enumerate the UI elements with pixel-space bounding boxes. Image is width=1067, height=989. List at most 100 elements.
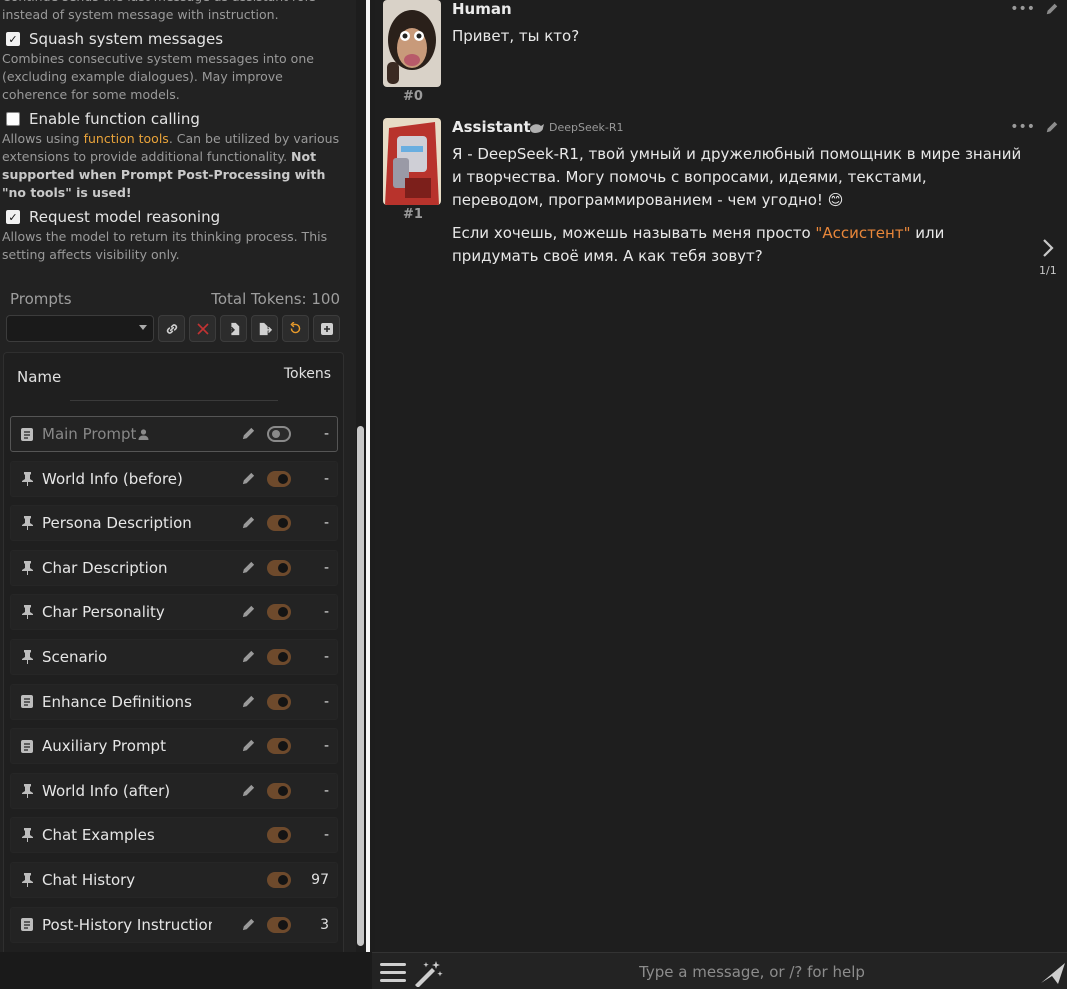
prompts-header: Prompts Total Tokens: 100 — [10, 290, 340, 308]
prompt-tokens: - — [323, 559, 329, 576]
squash-label: Squash system messages — [29, 30, 224, 48]
send-icon[interactable] — [1040, 961, 1066, 985]
pencil-icon[interactable] — [241, 738, 256, 753]
prompt-settings-panel: Continue sends the last message as assis… — [0, 0, 356, 952]
toggle-switch[interactable] — [267, 470, 291, 487]
squash-checkbox[interactable]: ✓ — [6, 32, 20, 46]
prompt-tokens: - — [323, 782, 329, 799]
continue-setting: Continue sends the last message as assis… — [2, 0, 346, 24]
prompt-row[interactable]: Char Personality - — [10, 594, 338, 631]
chevron-down-icon — [139, 325, 147, 330]
add-prompt-button[interactable] — [313, 315, 340, 342]
function-calling-checkbox[interactable] — [6, 112, 20, 126]
pencil-icon[interactable] — [241, 560, 256, 575]
pin-icon — [20, 873, 34, 887]
message-input[interactable] — [472, 958, 1032, 986]
prompt-row[interactable]: Main Prompt - — [10, 416, 338, 452]
pin-icon — [20, 828, 34, 843]
more-icon[interactable]: ••• — [1010, 1, 1035, 17]
pencil-icon[interactable] — [241, 604, 256, 619]
magic-wand-icon[interactable] — [412, 959, 444, 987]
prompt-row[interactable]: Post-History Instruction 3 — [10, 906, 338, 943]
whale-icon — [530, 123, 544, 133]
reasoning-checkbox[interactable]: ✓ — [6, 210, 20, 224]
prompt-label: Chat Examples — [42, 826, 155, 845]
prompt-row[interactable]: Auxiliary Prompt - — [10, 728, 338, 765]
left-scrollbar-thumb[interactable] — [357, 426, 364, 946]
prompt-list: Name Tokens Main Prompt - World Info (befo… — [3, 352, 344, 952]
pencil-icon[interactable] — [1045, 120, 1059, 134]
toggle-switch[interactable] — [267, 916, 291, 933]
prompt-row[interactable]: World Info (after) - — [10, 772, 338, 809]
import-button[interactable] — [220, 315, 247, 342]
toggle-switch[interactable] — [267, 827, 291, 844]
delete-button[interactable] — [189, 315, 216, 342]
close-icon — [196, 322, 209, 335]
pencil-icon[interactable] — [241, 917, 256, 932]
column-tokens: Tokens — [283, 366, 331, 382]
prompt-row[interactable]: Scenario - — [10, 639, 338, 675]
pencil-icon[interactable] — [1045, 2, 1059, 16]
prompt-tokens: - — [323, 649, 329, 665]
message-author[interactable]: Assistant — [452, 118, 531, 136]
squash-checkbox-row[interactable]: ✓ Squash system messages — [6, 29, 346, 49]
swipe-right-button[interactable] — [1041, 238, 1055, 264]
avatar-human[interactable] — [383, 0, 441, 87]
link-icon — [166, 323, 177, 334]
chimp-avatar-image — [383, 0, 441, 87]
continue-description: Continue sends the last message as assis… — [2, 0, 316, 22]
prompt-label: Char Description — [42, 558, 168, 577]
toggle-switch[interactable] — [267, 872, 291, 888]
toggle-switch[interactable] — [267, 559, 291, 576]
quoted-text: "Ассистент" — [815, 224, 911, 242]
prompt-row[interactable]: Enhance Definitions - — [10, 683, 338, 720]
reset-button[interactable] — [282, 315, 309, 342]
pencil-icon[interactable] — [241, 426, 256, 441]
pin-icon — [20, 605, 34, 620]
message-paragraph: Привет, ты кто? — [452, 27, 580, 45]
reasoning-checkbox-row[interactable]: ✓ Request model reasoning — [6, 207, 346, 227]
toggle-switch[interactable] — [267, 604, 291, 621]
prompt-row[interactable]: Chat Examples - — [10, 817, 338, 854]
toggle-switch[interactable] — [267, 515, 291, 532]
document-icon — [20, 695, 34, 709]
prompt-label: Enhance Definitions — [42, 692, 192, 711]
prompts-toolbar — [6, 315, 340, 343]
prompt-row[interactable]: World Info (before) - — [10, 460, 338, 497]
pencil-icon[interactable] — [241, 471, 256, 486]
toggle-switch[interactable] — [267, 693, 291, 710]
toggle-switch[interactable] — [267, 426, 291, 442]
prompt-row[interactable]: Chat History 97 — [10, 862, 338, 898]
more-icon[interactable]: ••• — [1010, 119, 1035, 135]
toggle-switch[interactable] — [267, 782, 291, 799]
avatar-assistant[interactable] — [383, 118, 441, 205]
export-button[interactable] — [251, 315, 278, 342]
link-button[interactable] — [158, 315, 185, 342]
pin-icon — [20, 471, 34, 486]
toggle-switch[interactable] — [267, 649, 291, 665]
prompt-row[interactable]: Persona Description - — [10, 505, 338, 542]
message-author[interactable]: Human — [452, 0, 512, 18]
chat-area: #0 Human ••• Привет, ты кто? #1 Assistan… — [375, 0, 1067, 952]
message-paragraph: Если хочешь, можешь называть меня просто… — [452, 222, 1022, 268]
toggle-switch[interactable] — [267, 738, 291, 755]
reasoning-label: Request model reasoning — [29, 208, 221, 226]
prompt-label: Main Prompt — [42, 425, 137, 443]
options-menu-icon[interactable] — [380, 961, 406, 983]
message-actions: ••• — [1010, 119, 1059, 135]
function-calling-checkbox-row[interactable]: Enable function calling — [6, 109, 346, 129]
pencil-icon[interactable] — [241, 694, 256, 709]
prompt-tokens: - — [323, 693, 329, 710]
prompt-select[interactable] — [6, 315, 154, 342]
pencil-icon[interactable] — [241, 515, 256, 530]
prompt-row[interactable]: Char Description - — [10, 549, 338, 586]
import-file-icon — [227, 322, 239, 335]
bottom-bar — [0, 952, 1067, 989]
prompt-label: Post-History Instruction — [42, 915, 212, 934]
pencil-icon[interactable] — [241, 783, 256, 798]
column-name: Name — [17, 368, 62, 386]
message-id: #1 — [403, 207, 423, 222]
panel-divider[interactable] — [366, 0, 370, 952]
pencil-icon[interactable] — [241, 649, 256, 664]
function-tools-link[interactable]: function tools — [84, 131, 169, 146]
